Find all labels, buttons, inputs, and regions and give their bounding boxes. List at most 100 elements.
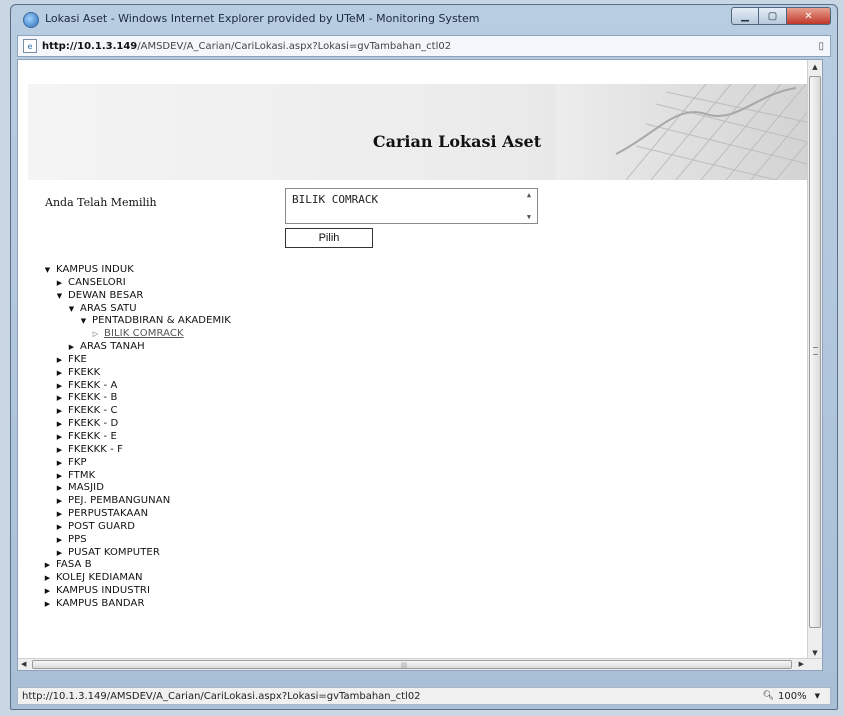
tree-node-label[interactable]: FASA B — [56, 559, 92, 572]
tree-node-label[interactable]: FKP — [68, 457, 87, 470]
expand-arrow-icon[interactable]: ▼ — [42, 264, 53, 277]
collapse-arrow-icon[interactable]: ▶ — [42, 598, 53, 611]
scroll-down-icon[interactable]: ▼ — [527, 213, 531, 221]
scroll-up-arrow-icon[interactable]: ▲ — [808, 60, 822, 74]
collapse-arrow-icon[interactable]: ▶ — [42, 559, 53, 572]
tree-node[interactable]: ▶ PERPUSTAKAAN — [42, 508, 231, 521]
tree-node[interactable]: ▶ KOLEJ KEDIAMAN — [42, 572, 231, 585]
collapse-arrow-icon[interactable]: ▶ — [54, 470, 65, 483]
pilih-button[interactable]: Pilih — [285, 228, 373, 248]
tree-node-label[interactable]: FTMK — [68, 470, 95, 483]
scroll-up-icon[interactable]: ▲ — [527, 191, 531, 199]
tree-node-label[interactable]: KOLEJ KEDIAMAN — [56, 572, 143, 585]
tree-node[interactable]: ▶ PEJ. PEMBANGUNAN — [42, 495, 231, 508]
tree-node[interactable]: ▷ BILIK COMRACK — [42, 328, 231, 341]
vertical-scroll-thumb[interactable] — [809, 76, 821, 628]
tree-node-label[interactable]: POST GUARD — [68, 521, 135, 534]
collapse-arrow-icon[interactable]: ▶ — [66, 341, 77, 354]
vertical-scrollbar[interactable]: ▲ ▼ — [807, 60, 822, 660]
tree-node-label[interactable]: FKEKK — [68, 367, 100, 380]
collapse-arrow-icon[interactable]: ▶ — [54, 534, 65, 547]
compatibility-view-icon[interactable]: ▯ — [818, 41, 824, 52]
expand-arrow-icon[interactable]: ▼ — [66, 303, 77, 316]
tree-node-label[interactable]: PPS — [68, 534, 87, 547]
collapse-arrow-icon[interactable]: ▶ — [54, 482, 65, 495]
title-bar[interactable]: Lokasi Aset - Windows Internet Explorer … — [11, 5, 837, 33]
collapse-arrow-icon[interactable]: ▶ — [54, 405, 65, 418]
selected-location-textarea[interactable]: BILIK COMRACK ▲ ▼ — [285, 188, 538, 224]
tree-node-label[interactable]: FKEKKK - F — [68, 444, 123, 457]
collapse-arrow-icon[interactable]: ▶ — [54, 444, 65, 457]
collapse-arrow-icon[interactable]: ▶ — [42, 572, 53, 585]
tree-node[interactable]: ▶ PUSAT KOMPUTER — [42, 547, 231, 560]
collapse-arrow-icon[interactable]: ▶ — [42, 585, 53, 598]
tree-node[interactable]: ▶ ARAS TANAH — [42, 341, 231, 354]
tree-node[interactable]: ▶ PPS — [42, 534, 231, 547]
expand-arrow-icon[interactable]: ▼ — [78, 315, 89, 328]
maximize-button[interactable]: ▢ — [759, 7, 787, 25]
tree-node[interactable]: ▶ POST GUARD — [42, 521, 231, 534]
tree-node[interactable]: ▶ KAMPUS INDUSTRI — [42, 585, 231, 598]
tree-node[interactable]: ▶ MASJID — [42, 482, 231, 495]
collapse-arrow-icon[interactable]: ▶ — [54, 521, 65, 534]
tree-node-label[interactable]: FKEKK - E — [68, 431, 117, 444]
address-url[interactable]: http://10.1.3.149/AMSDEV/A_Carian/CariLo… — [42, 41, 451, 52]
tree-node[interactable]: ▶ FKEKKK - F — [42, 444, 231, 457]
collapse-arrow-icon[interactable]: ▶ — [54, 431, 65, 444]
zoom-control[interactable]: 🔍︎ 100% ▼ — [763, 691, 820, 702]
tree-node[interactable]: ▶ FKEKK - A — [42, 380, 231, 393]
tree-node-label[interactable]: FKEKK - C — [68, 405, 118, 418]
collapse-arrow-icon[interactable]: ▶ — [54, 457, 65, 470]
minimize-button[interactable]: ▁ — [731, 7, 759, 25]
tree-node-label[interactable]: MASJID — [68, 482, 104, 495]
tree-node[interactable]: ▶ CANSELORI — [42, 277, 231, 290]
tree-node-label[interactable]: PENTADBIRAN & AKADEMIK — [92, 315, 231, 328]
expand-arrow-icon[interactable]: ▼ — [54, 290, 65, 303]
collapse-arrow-icon[interactable]: ▶ — [54, 418, 65, 431]
horizontal-scrollbar[interactable]: ◀ ||| ▶ — [18, 658, 822, 670]
tree-node-label[interactable]: KAMPUS BANDAR — [56, 598, 145, 611]
tree-node-label[interactable]: FKEKK - B — [68, 392, 117, 405]
collapse-arrow-icon[interactable]: ▶ — [54, 547, 65, 560]
tree-node-label[interactable]: PUSAT KOMPUTER — [68, 547, 160, 560]
address-bar[interactable]: e http://10.1.3.149/AMSDEV/A_Carian/Cari… — [17, 35, 831, 57]
tree-node[interactable]: ▶ FKEKK - E — [42, 431, 231, 444]
tree-node-label[interactable]: ARAS TANAH — [80, 341, 145, 354]
tree-node[interactable]: ▶ FKEKK - D — [42, 418, 231, 431]
tree-node[interactable]: ▶ FKEKK - B — [42, 392, 231, 405]
tree-node-label[interactable]: DEWAN BESAR — [68, 290, 143, 303]
chevron-down-icon[interactable]: ▼ — [815, 692, 820, 700]
tree-node[interactable]: ▼ PENTADBIRAN & AKADEMIK — [42, 315, 231, 328]
scroll-right-arrow-icon[interactable]: ▶ — [799, 659, 804, 670]
collapse-arrow-icon[interactable]: ▶ — [54, 495, 65, 508]
textarea-scroll[interactable]: ▲ ▼ — [523, 191, 535, 221]
tree-node[interactable]: ▶ FKE — [42, 354, 231, 367]
tree-node-label[interactable]: PERPUSTAKAAN — [68, 508, 148, 521]
tree-node-label[interactable]: CANSELORI — [68, 277, 126, 290]
close-button[interactable]: ✕ — [787, 7, 831, 25]
collapse-arrow-icon[interactable]: ▶ — [54, 508, 65, 521]
horizontal-scroll-thumb[interactable]: ||| — [32, 660, 792, 669]
tree-node[interactable]: ▶ KAMPUS BANDAR — [42, 598, 231, 611]
tree-node-label[interactable]: FKEKK - D — [68, 418, 118, 431]
tree-node-label[interactable]: ARAS SATU — [80, 303, 137, 316]
tree-node[interactable]: ▶ FKEKK — [42, 367, 231, 380]
tree-node-label[interactable]: KAMPUS INDUK — [56, 264, 134, 277]
tree-node[interactable]: ▼ KAMPUS INDUK — [42, 264, 231, 277]
tree-node-label[interactable]: FKE — [68, 354, 87, 367]
tree-node-label[interactable]: PEJ. PEMBANGUNAN — [68, 495, 170, 508]
tree-node[interactable]: ▶ FKEKK - C — [42, 405, 231, 418]
collapse-arrow-icon[interactable]: ▶ — [54, 367, 65, 380]
collapse-arrow-icon[interactable]: ▶ — [54, 277, 65, 290]
tree-node[interactable]: ▶ FKP — [42, 457, 231, 470]
tree-node[interactable]: ▶ FTMK — [42, 470, 231, 483]
collapse-arrow-icon[interactable]: ▶ — [54, 380, 65, 393]
tree-node-label[interactable]: BILIK COMRACK — [104, 328, 184, 341]
scroll-left-arrow-icon[interactable]: ◀ — [21, 659, 26, 670]
collapse-arrow-icon[interactable]: ▶ — [54, 392, 65, 405]
tree-node-label[interactable]: KAMPUS INDUSTRI — [56, 585, 150, 598]
tree-node[interactable]: ▼ ARAS SATU — [42, 303, 231, 316]
collapse-arrow-icon[interactable]: ▶ — [54, 354, 65, 367]
tree-node[interactable]: ▼ DEWAN BESAR — [42, 290, 231, 303]
tree-node-label[interactable]: FKEKK - A — [68, 380, 117, 393]
